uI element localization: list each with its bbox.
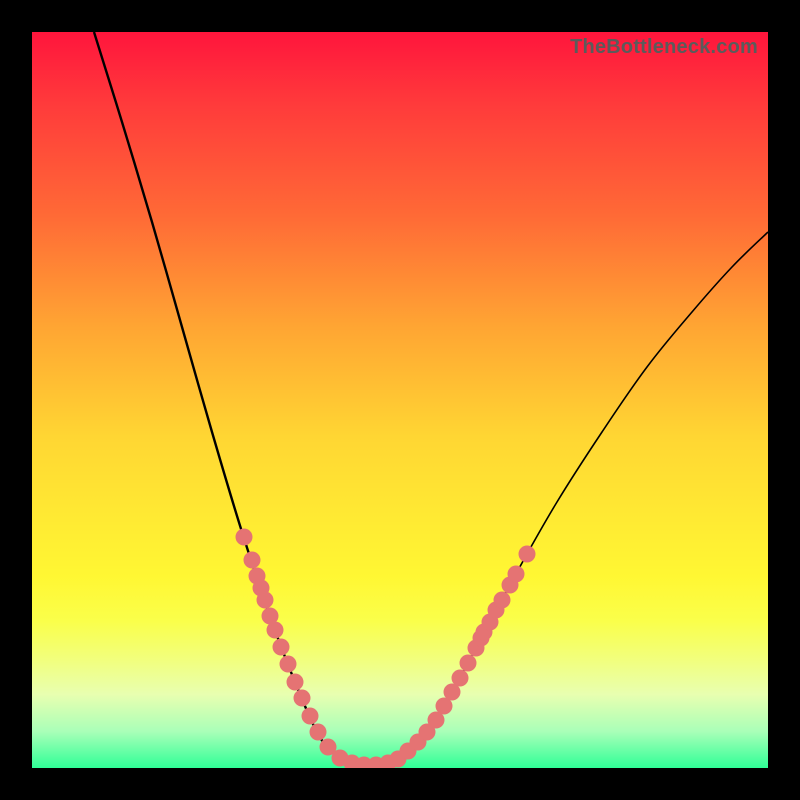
data-dot bbox=[302, 708, 319, 725]
data-dot bbox=[508, 566, 525, 583]
bottleneck-curve-left bbox=[94, 32, 362, 765]
data-dot bbox=[280, 656, 297, 673]
data-dot bbox=[236, 529, 253, 546]
data-dot bbox=[519, 546, 536, 563]
chart-svg bbox=[32, 32, 768, 768]
data-dots bbox=[236, 529, 536, 769]
data-dot bbox=[460, 655, 477, 672]
plot-area: TheBottleneck.com bbox=[32, 32, 768, 768]
data-dot bbox=[244, 552, 261, 569]
bottleneck-curve-right bbox=[362, 232, 768, 765]
data-dot bbox=[273, 639, 290, 656]
data-dot bbox=[257, 592, 274, 609]
chart-frame: TheBottleneck.com bbox=[0, 0, 800, 800]
data-dot bbox=[294, 690, 311, 707]
data-dot bbox=[494, 592, 511, 609]
data-dot bbox=[267, 622, 284, 639]
data-dot bbox=[287, 674, 304, 691]
data-dot bbox=[452, 670, 469, 687]
data-dot bbox=[310, 724, 327, 741]
